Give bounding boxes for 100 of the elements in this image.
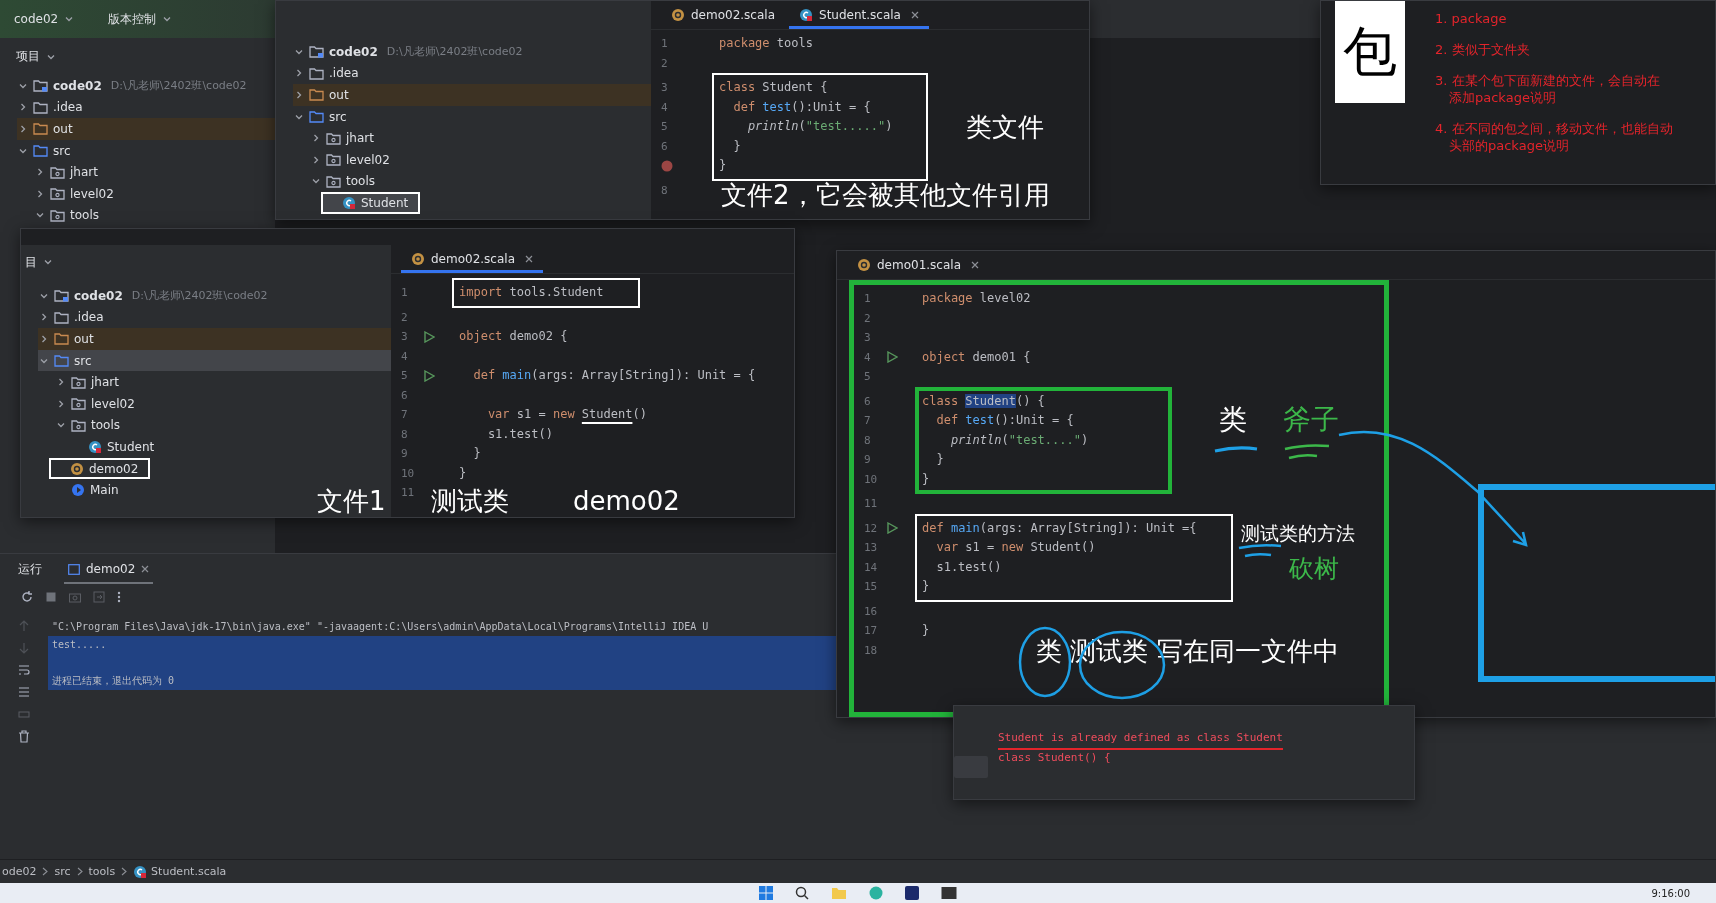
chevron-icon[interactable] bbox=[56, 398, 66, 409]
line-number: 17 bbox=[864, 624, 878, 638]
chevron-icon[interactable] bbox=[39, 334, 49, 344]
tree-item[interactable]: code02 D:\凡老师\2402班\code02 bbox=[276, 41, 529, 63]
tree-item[interactable]: out bbox=[17, 118, 275, 140]
folder-icon bbox=[50, 165, 65, 179]
underline-mark bbox=[1213, 445, 1259, 455]
code-line: package tools bbox=[719, 36, 813, 50]
tree-item[interactable]: tools bbox=[34, 204, 105, 227]
editor-tab[interactable]: Student.scala bbox=[789, 1, 929, 29]
code-line: } bbox=[922, 471, 930, 486]
tree-item[interactable]: level02 bbox=[310, 148, 396, 171]
chevron-icon[interactable] bbox=[18, 124, 28, 134]
tree-item[interactable]: tools bbox=[310, 170, 381, 193]
tree-item[interactable]: tools bbox=[55, 414, 126, 437]
scroll-end-icon[interactable] bbox=[18, 686, 30, 698]
breadcrumb-item[interactable]: tools bbox=[88, 865, 116, 878]
code-line: object demo02 { bbox=[459, 329, 568, 343]
chevron-icon[interactable] bbox=[35, 188, 45, 199]
close-icon[interactable] bbox=[910, 11, 919, 19]
close-icon[interactable] bbox=[141, 565, 150, 573]
run-icon[interactable] bbox=[423, 330, 435, 343]
terminal-icon[interactable] bbox=[941, 886, 957, 900]
stop-icon[interactable] bbox=[44, 590, 58, 604]
line-number: 16 bbox=[864, 604, 878, 618]
vcs-menu[interactable]: 版本控制 bbox=[104, 8, 177, 30]
line-number: 15 bbox=[864, 580, 878, 594]
folder-icon bbox=[309, 88, 324, 102]
line-number: 7 bbox=[864, 414, 872, 428]
chevron-icon[interactable] bbox=[39, 312, 49, 323]
breadcrumb-item[interactable]: Student.scala bbox=[133, 864, 227, 879]
start-icon[interactable] bbox=[759, 886, 773, 900]
line-number: 4 bbox=[401, 349, 409, 363]
rerun-icon[interactable] bbox=[20, 590, 34, 604]
chevron-icon[interactable] bbox=[311, 154, 321, 165]
tree-item[interactable]: Student bbox=[321, 192, 421, 214]
code-line: import tools.Student bbox=[459, 285, 604, 299]
editor-tab[interactable]: demo02.scala bbox=[401, 245, 543, 273]
breadcrumb-item[interactable]: src bbox=[54, 865, 71, 878]
code-line: } bbox=[732, 138, 741, 153]
chevron-icon[interactable] bbox=[35, 167, 45, 178]
tree-item[interactable]: out bbox=[38, 328, 391, 350]
project-path: D:\凡老师\2402班\code02 bbox=[386, 44, 523, 60]
code-line: class Student() { bbox=[922, 393, 1045, 408]
tree-item[interactable]: .idea bbox=[17, 96, 89, 119]
tree-item[interactable]: jhart bbox=[34, 161, 104, 183]
chevron-icon[interactable] bbox=[294, 90, 304, 100]
line-number: 8 bbox=[661, 183, 669, 197]
tree-item[interactable]: code02 D:\凡老师\2402班\code02 bbox=[0, 75, 253, 97]
run-icon[interactable] bbox=[886, 522, 898, 535]
code-line: def main(args: Array[String]): Unit = { bbox=[472, 368, 756, 382]
search-icon[interactable] bbox=[795, 886, 809, 900]
tree-item[interactable]: .idea bbox=[38, 306, 110, 329]
tree-item[interactable]: src bbox=[17, 139, 77, 162]
run-icon[interactable] bbox=[423, 369, 435, 382]
project-menu[interactable]: code02 bbox=[10, 10, 79, 28]
chevron-icon[interactable] bbox=[43, 257, 53, 267]
code-line: } bbox=[472, 446, 481, 460]
breakpoint-icon[interactable] bbox=[661, 159, 673, 172]
tree-item[interactable]: out bbox=[293, 84, 651, 106]
tree-item[interactable]: src bbox=[293, 105, 353, 128]
run-panel-title: 运行 bbox=[18, 560, 42, 578]
code-line: } bbox=[922, 579, 930, 593]
line-number: 10 bbox=[401, 466, 415, 480]
line-number: 8 bbox=[401, 427, 409, 441]
note-item: 2. 类似于文件夹 bbox=[1435, 41, 1531, 58]
close-icon[interactable] bbox=[971, 261, 979, 269]
tree-item[interactable]: src bbox=[38, 349, 391, 372]
more-icon[interactable] bbox=[116, 590, 122, 604]
chevron-icon[interactable] bbox=[294, 68, 304, 79]
tree-item[interactable]: jhart bbox=[310, 127, 380, 149]
tree-item[interactable]: jhart bbox=[55, 371, 125, 393]
code-line: } bbox=[935, 452, 944, 466]
breadcrumb-item[interactable]: ode02 bbox=[2, 865, 37, 878]
wrap-icon[interactable] bbox=[18, 664, 30, 676]
chevron-icon[interactable] bbox=[18, 102, 28, 113]
tree-item[interactable]: Student bbox=[72, 436, 161, 458]
chevron-icon[interactable] bbox=[56, 377, 66, 388]
folder-icon bbox=[33, 144, 48, 158]
editor-tab[interactable]: demo01.scala bbox=[847, 251, 989, 279]
editor-tab[interactable]: demo02.scala bbox=[661, 1, 785, 29]
chevron-icon[interactable] bbox=[311, 133, 321, 144]
tree-item[interactable]: code02 D:\凡老师\2402班\code02 bbox=[21, 285, 274, 307]
chevron-icon[interactable] bbox=[162, 14, 173, 24]
run-tab[interactable]: demo02 bbox=[64, 554, 154, 584]
chevron-icon[interactable] bbox=[64, 14, 75, 24]
trash-icon[interactable] bbox=[18, 730, 30, 743]
close-icon[interactable] bbox=[525, 255, 533, 263]
code-line: def test():Unit = { bbox=[935, 413, 1074, 427]
run-icon[interactable] bbox=[886, 351, 898, 364]
line-number: 10 bbox=[864, 472, 878, 486]
line-number: 5 bbox=[401, 369, 409, 383]
tree-item[interactable]: level02 bbox=[55, 392, 141, 415]
tree-item[interactable]: .idea bbox=[293, 62, 365, 85]
panel-title: 项目 bbox=[16, 48, 40, 65]
tree-item[interactable]: level02 bbox=[34, 182, 120, 205]
line-number: 18 bbox=[864, 643, 878, 657]
line-number: 2 bbox=[864, 311, 872, 325]
tree-item[interactable]: demo02 bbox=[49, 457, 151, 480]
tree-item[interactable]: Main bbox=[55, 479, 125, 501]
